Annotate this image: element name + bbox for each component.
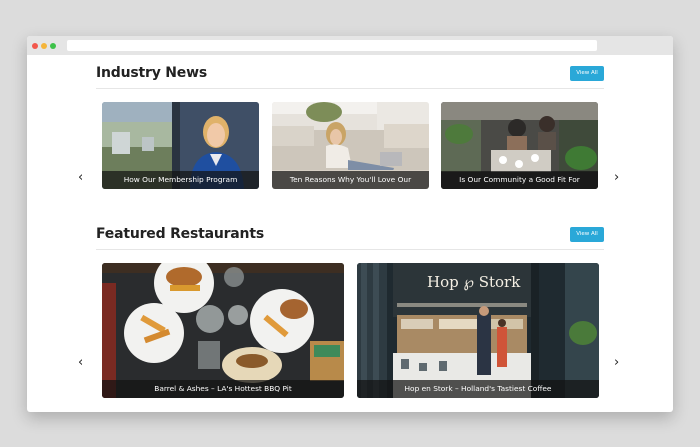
news-card[interactable]: How Our Membership Program (102, 102, 259, 189)
restaurant-card-caption: Hop en Stork – Holland's Tastiest Coffee (357, 380, 599, 398)
minimize-window-button[interactable] (41, 43, 47, 49)
industry-news-next-arrow[interactable]: › (614, 171, 619, 184)
restaurant-card-image: Hop ℘ Stork (357, 263, 599, 398)
restaurant-card-image (102, 263, 344, 398)
maximize-window-button[interactable] (50, 43, 56, 49)
news-card-caption: Is Our Community a Good Fit For (441, 171, 598, 189)
chevron-right-icon: › (614, 355, 620, 370)
featured-restaurants-title: Featured Restaurants (96, 226, 264, 242)
chevron-left-icon: ‹ (78, 355, 84, 370)
restaurant-card[interactable]: Hop ℘ Stork Hop en Stork – Holland's Tas… (357, 263, 599, 398)
featured-restaurants-next-arrow[interactable]: › (614, 356, 619, 369)
industry-news-view-all-button[interactable]: View All (570, 66, 604, 81)
chevron-right-icon: › (614, 170, 620, 185)
industry-news-title: Industry News (96, 65, 207, 81)
page-content: Industry News View All ‹ › How Our Membe… (27, 55, 673, 412)
news-card-caption: Ten Reasons Why You'll Love Our (272, 171, 429, 189)
featured-restaurants-divider (96, 249, 604, 250)
chevron-left-icon: ‹ (78, 170, 84, 185)
featured-restaurants-view-all-button[interactable]: View All (570, 227, 604, 242)
address-bar[interactable] (67, 40, 597, 51)
restaurant-card[interactable]: Barrel & Ashes – LA's Hottest BBQ Pit (102, 263, 344, 398)
restaurant-card-caption: Barrel & Ashes – LA's Hottest BBQ Pit (102, 380, 344, 398)
news-card-caption: How Our Membership Program (102, 171, 259, 189)
featured-restaurants-prev-arrow[interactable]: ‹ (78, 356, 83, 369)
news-card[interactable]: Is Our Community a Good Fit For (441, 102, 598, 189)
hop-en-stork-logo: Hop ℘ Stork (427, 273, 521, 291)
close-window-button[interactable] (32, 43, 38, 49)
industry-news-divider (96, 88, 604, 89)
browser-window: Industry News View All ‹ › How Our Membe… (27, 36, 673, 412)
industry-news-prev-arrow[interactable]: ‹ (78, 171, 83, 184)
browser-toolbar (27, 36, 673, 55)
news-card[interactable]: Ten Reasons Why You'll Love Our (272, 102, 429, 189)
